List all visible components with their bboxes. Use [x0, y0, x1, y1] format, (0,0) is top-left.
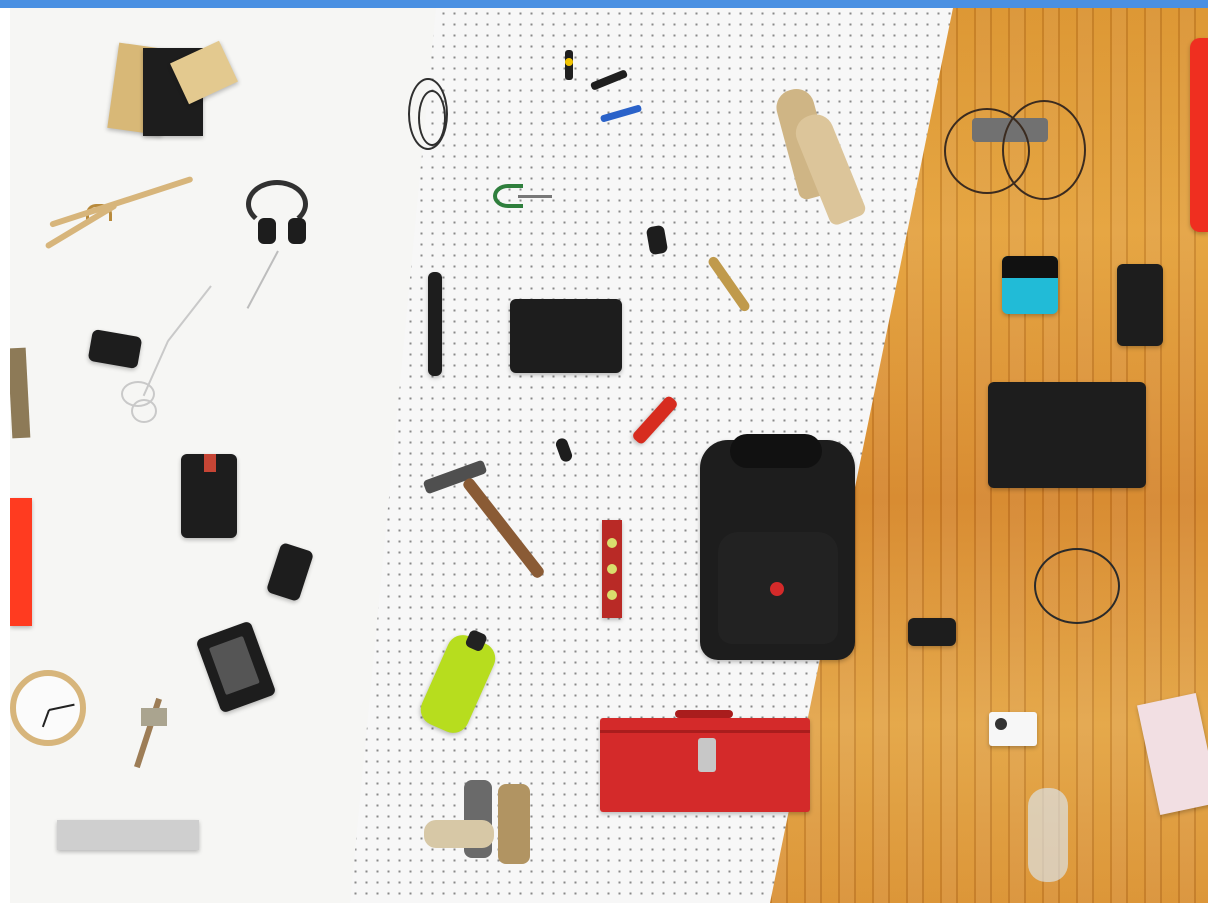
bottle-icon: [1028, 788, 1068, 882]
headphones-icon: [238, 178, 322, 309]
cable-icon: [938, 100, 1090, 220]
left-red-item-icon: [10, 498, 32, 626]
retro-camera-icon: [989, 712, 1037, 746]
backpack-icon: [700, 434, 855, 660]
clock-icon: [10, 670, 86, 746]
remote-icon: [57, 820, 199, 850]
brush-icon: [131, 692, 171, 772]
tablet-tab-icon: [204, 454, 216, 472]
hanger-icon: [40, 175, 200, 286]
game-console-icon: [1002, 256, 1058, 314]
earphones-icon: [408, 66, 460, 152]
pliers-icon: [488, 182, 560, 210]
spray-cans-icon: [420, 772, 530, 866]
watch-icon: [428, 272, 442, 376]
level-icon: [602, 520, 622, 618]
camera-icon: [908, 618, 956, 646]
cable-icon: [113, 283, 243, 463]
gloves-icon: [770, 78, 870, 228]
hammer-icon: [420, 459, 550, 600]
screwdrivers-icon: [555, 48, 655, 148]
red-bag-icon: [1190, 38, 1208, 232]
cable-coil-icon: [1034, 544, 1126, 626]
flatlay-scene: [10, 8, 1208, 903]
tablet-icon: [510, 299, 622, 373]
toolbox-icon: [600, 710, 810, 812]
drawing-tablet-icon: [988, 382, 1146, 488]
illustration-frame: [0, 0, 1208, 903]
top-accent-bar: [0, 0, 1208, 8]
phone-icon: [1117, 264, 1163, 346]
